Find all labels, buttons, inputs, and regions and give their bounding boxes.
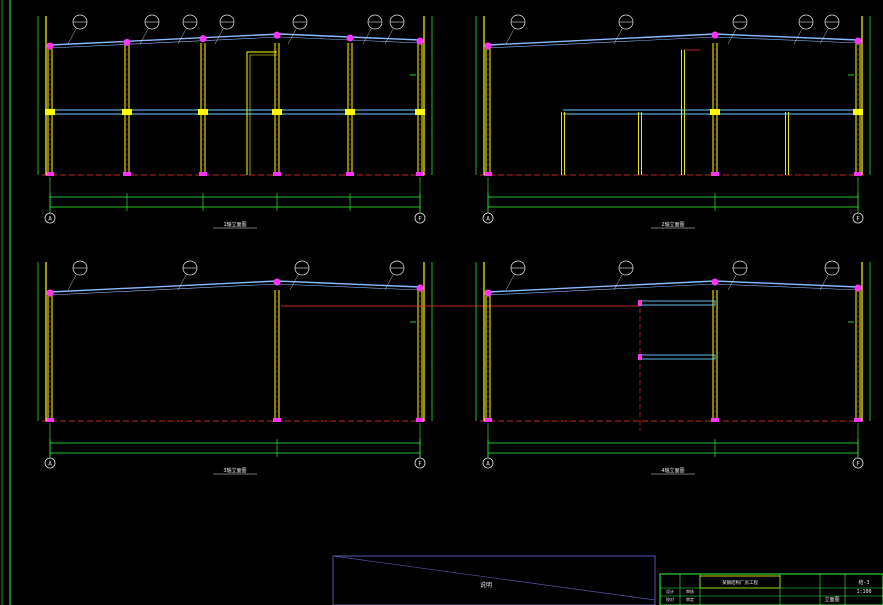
detail-callout-leader <box>67 28 77 45</box>
panel-elevation-3: A F 3轴立面图 <box>37 260 640 475</box>
detail-callout-leader <box>362 28 372 45</box>
detail-callout-leader <box>727 28 737 45</box>
rafter-node <box>416 37 424 45</box>
title-block-project: 某钢结构厂房工程 <box>722 579 758 586</box>
rafter-top <box>49 33 421 46</box>
column-base <box>416 172 424 176</box>
rafter-node <box>854 37 862 45</box>
column-base <box>123 172 131 176</box>
column-base <box>46 172 54 176</box>
column-base <box>854 418 862 422</box>
axis-label-start: A <box>48 461 52 468</box>
detail-callout-leader <box>287 28 297 45</box>
beam-connection <box>272 109 282 115</box>
rafter-node <box>273 278 281 286</box>
column-base <box>854 172 862 176</box>
panel-caption: 1轴立面图 <box>223 221 246 228</box>
axis-label-end: F <box>418 461 422 468</box>
title-block-sheet-title: 立面图 <box>824 596 839 603</box>
rafter-node <box>46 42 54 50</box>
title-block-sheet-no: 结-3 <box>858 579 869 586</box>
cad-drawing-canvas[interactable]: A F 1轴立面图 A F 2轴立面图 A F 3轴立面图 A F 4轴立面图 说明 某钢结构厂房工程… <box>0 0 883 605</box>
detail-callout-leader <box>505 28 515 45</box>
axis-label-end: F <box>418 216 422 223</box>
column-base <box>484 172 492 176</box>
panel-elevation-2: A F 2轴立面图 <box>475 14 871 229</box>
girt-bar <box>639 300 716 306</box>
drawing-frame <box>1 0 11 605</box>
detail-callout-leader <box>384 274 394 291</box>
panel-caption: 2轴立面图 <box>661 221 684 228</box>
detail-callout-leader <box>819 274 829 291</box>
rafter-node <box>416 284 424 292</box>
title-block-row-4: 审定 <box>686 596 694 602</box>
column-base <box>46 418 54 422</box>
beam-connection <box>345 109 355 115</box>
column-base <box>416 418 424 422</box>
detail-callout-leader <box>793 28 803 45</box>
column-base <box>273 418 281 422</box>
title-block-scale: 1:100 <box>856 589 871 595</box>
elevation-panels: A F 1轴立面图 A F 2轴立面图 A F 3轴立面图 A F 4轴立面图 <box>37 14 871 475</box>
beam-connection <box>415 109 425 115</box>
axis-label-start: A <box>48 216 52 223</box>
rafter-top <box>49 280 421 293</box>
rafter-node <box>484 289 492 297</box>
rafter-node <box>711 278 719 286</box>
beam-connection <box>198 109 208 115</box>
panel-caption: 4轴立面图 <box>661 467 684 474</box>
rafter-node <box>854 284 862 292</box>
column-base <box>199 172 207 176</box>
detail-callout-leader <box>613 274 623 291</box>
panel-caption: 3轴立面图 <box>223 467 246 474</box>
detail-callout-leader <box>67 274 77 291</box>
axis-label-end: F <box>856 461 860 468</box>
bottom-note-block: 说明 <box>332 555 656 605</box>
title-block-row-1: 设计 <box>666 588 674 594</box>
rafter-top <box>487 33 859 46</box>
bottom-note-label: 说明 <box>480 581 492 589</box>
girt-bar <box>639 354 716 360</box>
rafter-node <box>46 289 54 297</box>
panel-elevation-4: A F 4轴立面图 <box>475 260 871 475</box>
beam-connection <box>710 109 720 115</box>
rafter-top <box>487 280 859 293</box>
column-base <box>484 418 492 422</box>
axis-label-end: F <box>856 216 860 223</box>
beam-connection <box>45 109 55 115</box>
panel-elevation-1: A F 1轴立面图 <box>37 14 433 229</box>
axis-label-start: A <box>486 461 490 468</box>
title-block-row-2: 校对 <box>666 596 674 602</box>
column-base <box>273 172 281 176</box>
detail-callout-leader <box>177 274 187 291</box>
axis-label-start: A <box>486 216 490 223</box>
detail-callout-leader <box>505 274 515 291</box>
column-base <box>346 172 354 176</box>
title-block-row-3: 审核 <box>686 588 694 594</box>
beam-connection <box>122 109 132 115</box>
rafter-node <box>199 35 207 43</box>
rafter-node <box>346 34 354 42</box>
rafter-node <box>273 31 281 39</box>
rafter-node <box>123 38 131 46</box>
title-block: 某钢结构厂房工程 立面图 结-3 1:100 设计 校对 审核 审定 <box>659 573 883 605</box>
rafter-node <box>484 42 492 50</box>
column-base <box>711 418 719 422</box>
detail-callout-leader <box>139 28 149 45</box>
rafter-node <box>711 31 719 39</box>
column-base <box>711 172 719 176</box>
beam-connection <box>853 109 863 115</box>
